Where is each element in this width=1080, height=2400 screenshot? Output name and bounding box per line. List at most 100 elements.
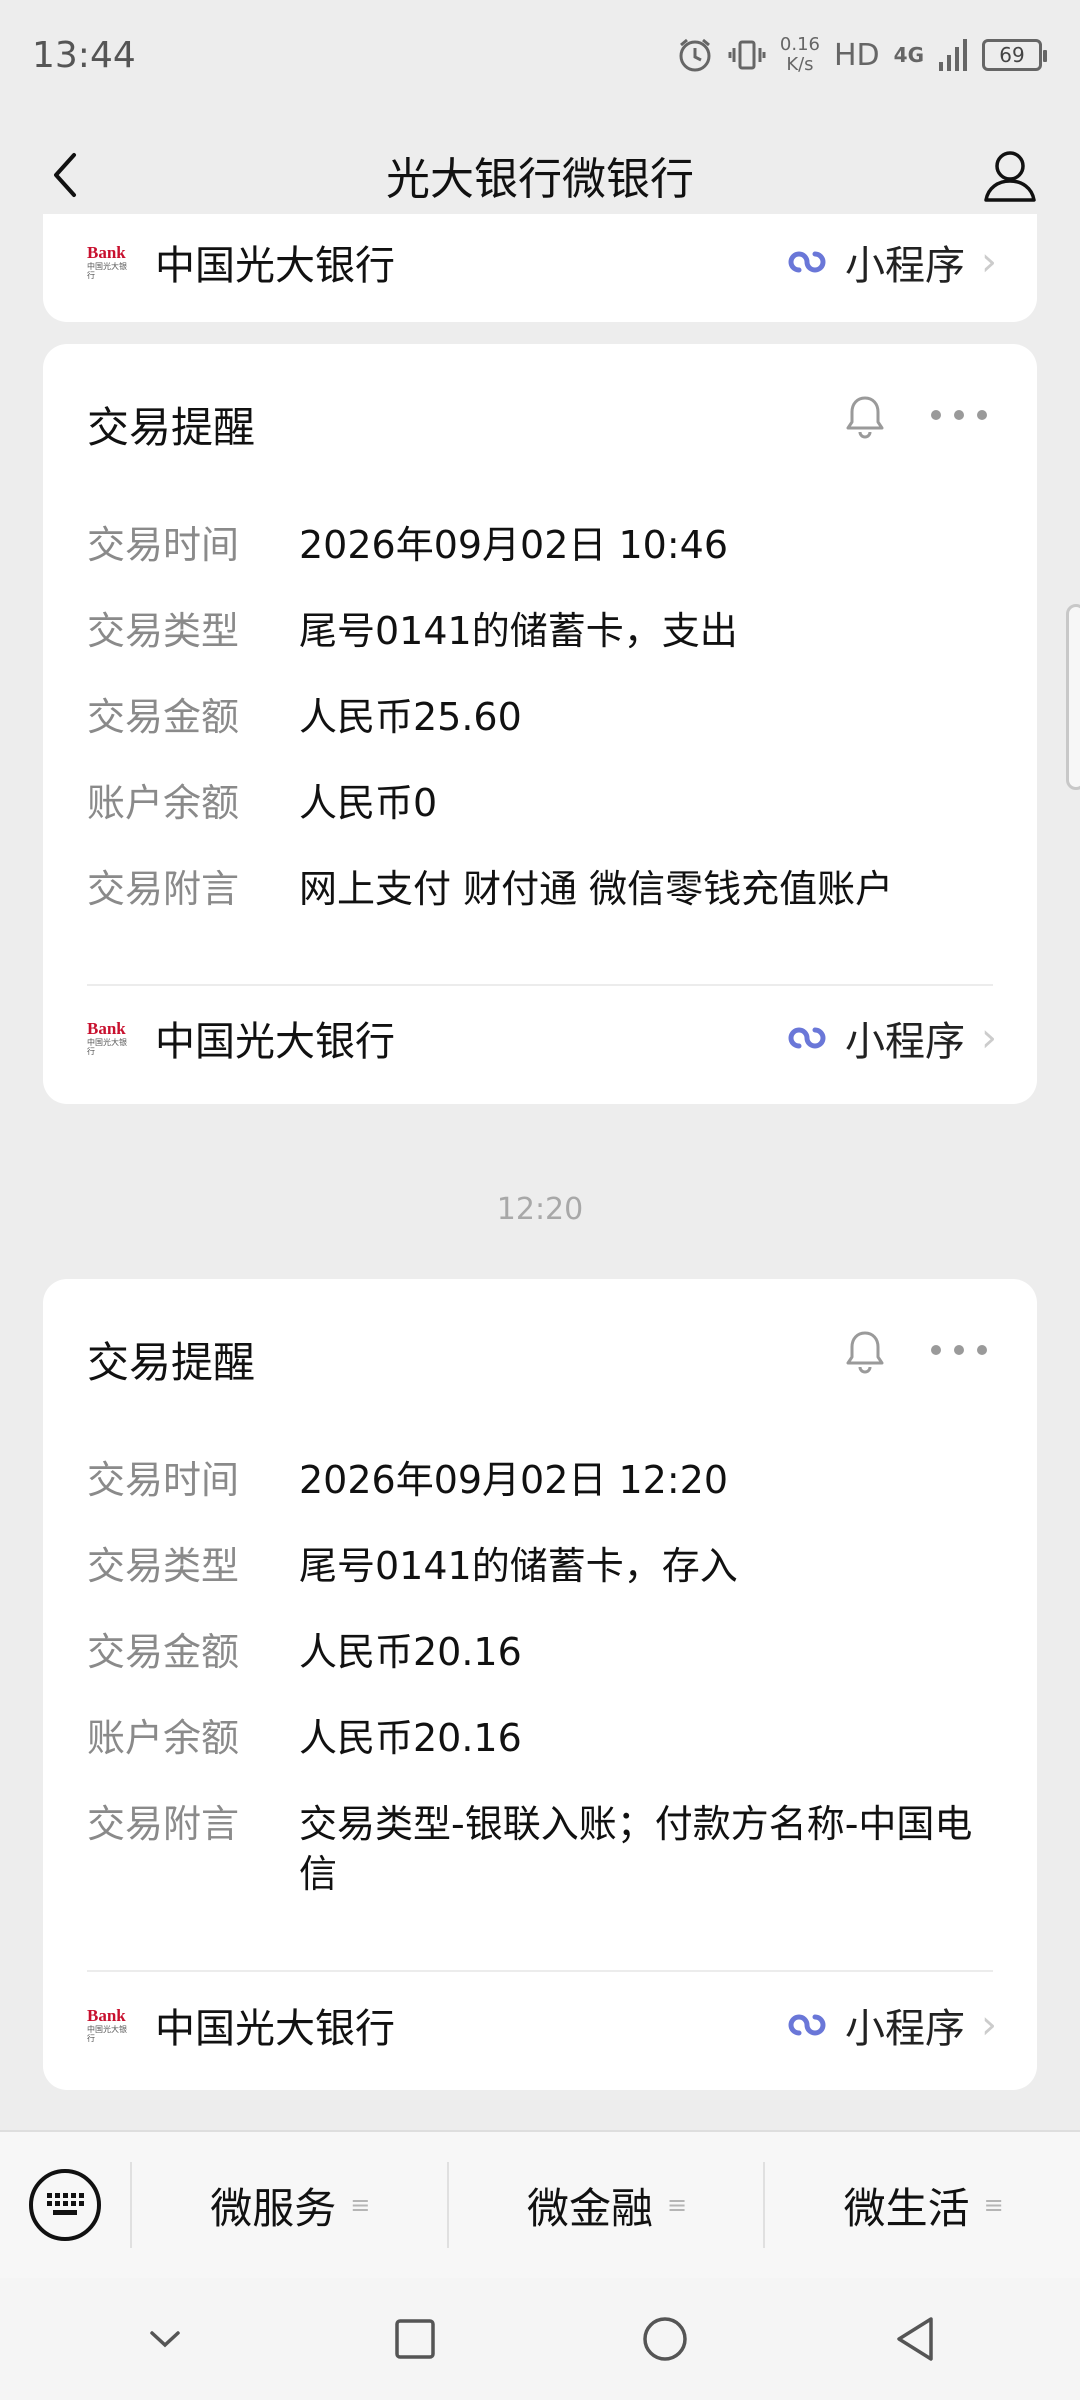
mini-program-link[interactable]: 小程序 › (785, 1009, 997, 1067)
menu-item-label: 微金融 (526, 2183, 653, 2233)
collapse-button[interactable] (130, 2304, 200, 2374)
message-card-partial[interactable]: Bank 中国光大银行 中国光大银行 小程序 › (43, 214, 1037, 322)
menu-item-micro-service[interactable]: 微服务 ≡ (130, 2162, 447, 2248)
divider (87, 984, 993, 986)
floating-side-handle[interactable] (1066, 604, 1080, 790)
detail-row: 交易时间 2026年09月02日 12:20 (87, 1455, 997, 1505)
transaction-card[interactable]: 交易提醒 交易时间 2026年09月02日 10:46 交易类型 尾号0141的… (43, 344, 1037, 1104)
bank-logo-caption: 中国光大银行 (87, 262, 127, 280)
row-label: 交易类型 (87, 609, 240, 653)
row-label: 交易附言 (87, 1802, 240, 1846)
row-value: 尾号0141的储蓄卡，存入 (299, 1544, 738, 1588)
mini-program-link[interactable]: 小程序 › (785, 233, 997, 291)
user-icon (984, 151, 1036, 202)
bank-logo-word: Bank (87, 243, 126, 262)
transaction-card[interactable]: 交易提醒 交易时间 2026年09月02日 12:20 交易类型 尾号0141的… (43, 1279, 1037, 2090)
back-button[interactable] (40, 150, 90, 200)
detail-row: 交易类型 尾号0141的储蓄卡，存入 (87, 1541, 997, 1591)
keyboard-icon (29, 2169, 101, 2241)
card-title: 交易提醒 (87, 1338, 256, 1387)
back-nav-button[interactable] (880, 2304, 950, 2374)
bank-source: Bank 中国光大银行 中国光大银行 (87, 1996, 395, 2054)
chevron-down-icon (150, 2331, 180, 2348)
menu-item-micro-finance[interactable]: 微金融 ≡ (446, 2162, 764, 2248)
chevron-left-icon (54, 153, 76, 197)
profile-button[interactable] (980, 146, 1040, 206)
status-bar: 13:44 0.16 K/s HD 4G 69 (0, 0, 1080, 110)
card-title: 交易提醒 (87, 403, 256, 452)
row-label: 交易类型 (87, 1544, 240, 1588)
chevron-right-icon: › (981, 239, 997, 285)
vibrate-icon (728, 40, 766, 70)
mini-program-link[interactable]: 小程序 › (785, 1996, 997, 2054)
card-footer[interactable]: Bank 中国光大银行 中国光大银行 小程序 › (87, 1995, 997, 2055)
card-footer[interactable]: Bank 中国光大银行 中国光大银行 小程序 › (87, 232, 997, 292)
bottom-menu-bar: 微服务 ≡ 微金融 ≡ 微生活 ≡ (0, 2130, 1080, 2278)
detail-row: 交易类型 尾号0141的储蓄卡，支出 (87, 606, 997, 656)
bank-name: 中国光大银行 (155, 243, 395, 289)
chevron-right-icon: › (981, 2002, 997, 2048)
row-value: 人民币20.16 (299, 1716, 522, 1760)
keyboard-toggle-button[interactable] (0, 2131, 130, 2279)
bank-logo-word: Bank (87, 2006, 126, 2025)
mini-program-link-icon (788, 1027, 826, 1049)
menu-list-icon: ≡ (666, 2191, 687, 2219)
home-button[interactable] (630, 2304, 700, 2374)
row-value: 人民币0 (299, 781, 438, 825)
bank-source: Bank 中国光大银行 中国光大银行 (87, 1009, 395, 1067)
card-footer[interactable]: Bank 中国光大银行 中国光大银行 小程序 › (87, 1008, 997, 1068)
recents-button[interactable] (380, 2304, 450, 2374)
row-value: 2026年09月02日 10:46 (299, 523, 729, 567)
row-label: 交易附言 (87, 867, 240, 911)
bank-source: Bank 中国光大银行 中国光大银行 (87, 233, 395, 291)
row-label: 交易时间 (87, 523, 240, 567)
bank-logo: Bank 中国光大银行 (87, 1018, 131, 1058)
row-label: 账户余额 (87, 781, 240, 825)
more-icon[interactable] (931, 1335, 987, 1365)
bank-logo: Bank 中国光大银行 (87, 242, 131, 282)
row-label: 交易金额 (87, 695, 240, 739)
detail-row: 账户余额 人民币0 (87, 778, 997, 828)
bank-logo-caption: 中国光大银行 (87, 1038, 127, 1056)
row-label: 交易时间 (87, 1458, 240, 1502)
menu-item-micro-life[interactable]: 微生活 ≡ (763, 2162, 1080, 2248)
bank-name: 中国光大银行 (155, 1019, 395, 1065)
square-icon (395, 2319, 435, 2359)
detail-row: 交易附言 交易类型-银联入账；付款方名称-中国电信 (87, 1799, 997, 1899)
bank-logo-caption: 中国光大银行 (87, 2025, 127, 2043)
signal-icon (939, 39, 967, 71)
notification-button[interactable] (843, 1329, 887, 1375)
row-value: 2026年09月02日 12:20 (299, 1458, 729, 1502)
triangle-back-icon (897, 2317, 933, 2361)
row-value: 网上支付 财付通 微信零钱充值账户 (299, 867, 894, 911)
network-type: 4G (893, 43, 924, 67)
row-value: 人民币25.60 (299, 695, 522, 739)
row-label: 交易金额 (87, 1630, 240, 1674)
battery-indicator: 69 (982, 39, 1047, 71)
menu-list-icon: ≡ (350, 2191, 370, 2219)
mini-program-link-icon (788, 2014, 826, 2036)
mini-program-link-icon (788, 251, 826, 273)
row-label: 账户余额 (87, 1716, 240, 1760)
alarm-icon (679, 38, 711, 72)
status-icons: 0.16 K/s HD 4G 69 (676, 34, 1047, 75)
chevron-right-icon: › (981, 1015, 997, 1061)
detail-row: 交易金额 人民币25.60 (87, 692, 997, 742)
net-speed-value: 0.16 (779, 34, 820, 55)
mini-program-label: 小程序 (845, 243, 965, 289)
detail-row: 交易金额 人民币20.16 (87, 1627, 997, 1677)
menu-list-icon: ≡ (983, 2191, 1004, 2219)
battery-level: 69 (999, 43, 1025, 67)
bank-name: 中国光大银行 (155, 2006, 395, 2052)
bell-icon (846, 396, 884, 439)
bank-logo-word: Bank (87, 1019, 126, 1038)
notification-button[interactable] (843, 394, 887, 440)
mini-program-label: 小程序 (845, 2006, 965, 2052)
detail-row: 交易附言 网上支付 财付通 微信零钱充值账户 (87, 864, 997, 914)
menu-item-label: 微服务 (210, 2183, 337, 2233)
more-icon[interactable] (931, 400, 987, 430)
row-value: 人民币20.16 (299, 1630, 522, 1674)
row-value: 尾号0141的储蓄卡，支出 (299, 609, 738, 653)
menu-item-label: 微生活 (843, 2183, 970, 2233)
mini-program-label: 小程序 (845, 1019, 965, 1065)
